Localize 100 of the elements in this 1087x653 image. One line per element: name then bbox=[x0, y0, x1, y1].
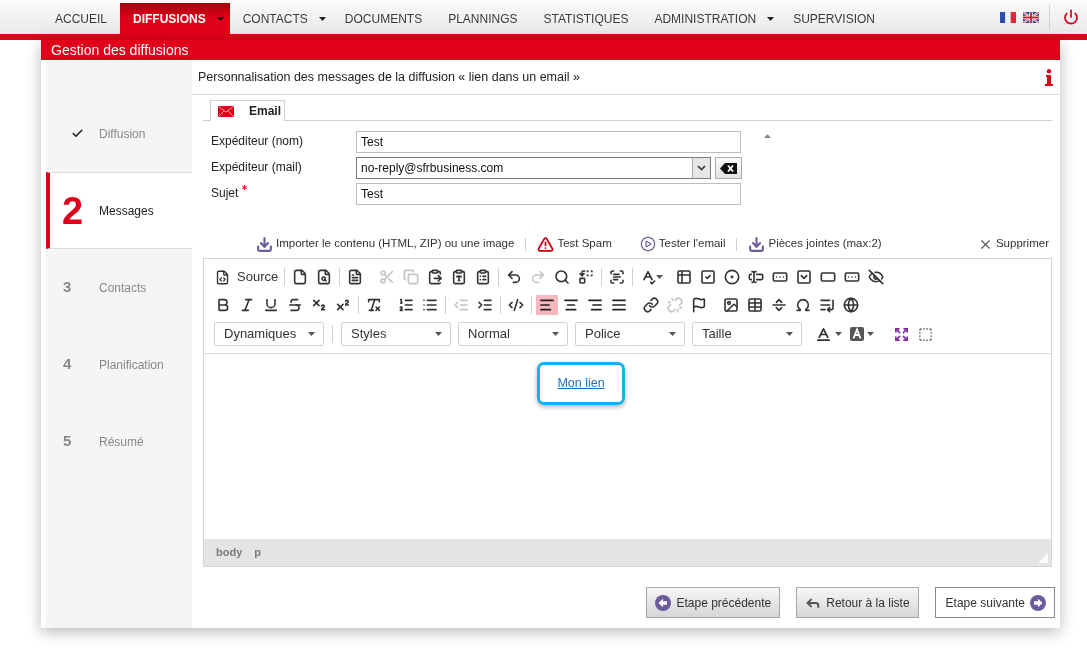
step-number: 5 bbox=[63, 431, 72, 452]
radio-icon[interactable] bbox=[724, 269, 741, 285]
circle-arrow-right-icon bbox=[1030, 594, 1046, 611]
link-icon[interactable] bbox=[643, 297, 659, 313]
dashed-square-icon[interactable] bbox=[917, 326, 933, 342]
globe-icon[interactable] bbox=[843, 297, 859, 313]
table-layout-icon[interactable] bbox=[676, 269, 693, 285]
nav-tab[interactable]: PLANNINGS bbox=[435, 3, 531, 34]
nav-tab[interactable]: ACCUEIL bbox=[42, 3, 120, 34]
style-combo[interactable]: Police bbox=[575, 322, 685, 346]
align-justify-icon bbox=[611, 297, 627, 313]
background-color-icon[interactable] bbox=[850, 327, 864, 341]
step-button[interactable]: Retour à la liste bbox=[796, 587, 919, 618]
caret-icon bbox=[867, 332, 874, 336]
content-link[interactable]: Mon lien bbox=[557, 374, 605, 393]
nav-tab[interactable]: ADMINISTRATION bbox=[641, 3, 781, 34]
underline-icon[interactable] bbox=[263, 297, 279, 313]
replace-icon[interactable] bbox=[578, 269, 595, 285]
flag-icon[interactable] bbox=[691, 297, 707, 313]
style-combo[interactable]: Taille bbox=[692, 322, 802, 346]
text-field[interactable]: Test bbox=[356, 131, 741, 153]
scan-text-icon[interactable] bbox=[609, 269, 626, 285]
omega-icon[interactable] bbox=[795, 297, 811, 313]
nav-tab[interactable]: DOCUMENTS bbox=[331, 3, 436, 34]
page-magnifier-icon[interactable] bbox=[316, 269, 333, 285]
caret-icon bbox=[552, 332, 559, 336]
email-tab[interactable]: Email bbox=[210, 100, 285, 121]
style-combo[interactable]: Dynamiques bbox=[214, 322, 324, 346]
search-icon[interactable] bbox=[554, 269, 571, 285]
document-lines-icon[interactable] bbox=[347, 269, 364, 285]
action-link[interactable]: Test Spam bbox=[537, 235, 612, 253]
envelope-icon bbox=[218, 105, 234, 117]
ellipsis-rectangle-icon[interactable] bbox=[772, 269, 789, 285]
info-icon[interactable] bbox=[1045, 68, 1053, 86]
warning-icon bbox=[537, 235, 555, 253]
field-label: Expéditeur (nom) bbox=[211, 133, 304, 150]
uk-flag-icon[interactable] bbox=[1023, 11, 1039, 23]
eye-off-icon[interactable] bbox=[868, 269, 885, 285]
superscript-icon[interactable] bbox=[335, 297, 351, 313]
dropdown-box-icon[interactable] bbox=[796, 269, 813, 285]
email-select[interactable]: no-reply@sfrbusiness.com bbox=[356, 157, 711, 179]
caret-icon bbox=[656, 275, 664, 279]
wizard-step[interactable]: 2 Messages bbox=[46, 172, 192, 249]
bullet-list-icon[interactable] bbox=[422, 297, 438, 313]
circle-arrow-left-icon bbox=[655, 594, 672, 611]
strikethrough-icon[interactable] bbox=[287, 297, 303, 313]
download-icon bbox=[748, 235, 766, 253]
text-color-icon[interactable] bbox=[815, 325, 832, 343]
field-label: Sujet bbox=[211, 185, 239, 202]
indent-icon[interactable] bbox=[477, 297, 493, 313]
french-flag-icon[interactable] bbox=[1000, 11, 1016, 23]
clear-format-icon[interactable] bbox=[366, 297, 382, 313]
nav-tab[interactable]: DIFFUSIONS bbox=[120, 3, 230, 34]
step-button[interactable]: Etape précédente bbox=[646, 587, 781, 618]
action-link[interactable]: Supprimer bbox=[977, 235, 1049, 253]
align-right-icon bbox=[587, 297, 603, 313]
panel-title: Personnalisation des messages de la diffusion « lien dans un email » bbox=[198, 68, 580, 86]
action-link[interactable]: Pièces jointes (max:2) bbox=[748, 235, 882, 253]
maximize-icon[interactable] bbox=[893, 326, 909, 342]
source-button[interactable]: Source bbox=[211, 267, 282, 287]
action-link[interactable]: Tester l'email bbox=[639, 235, 726, 253]
list-arrow-icon[interactable] bbox=[819, 297, 835, 313]
undo-arrow-icon[interactable] bbox=[506, 269, 523, 285]
chevron-down-icon bbox=[697, 165, 706, 171]
clipboard-text-icon[interactable] bbox=[451, 269, 468, 285]
nav-tab[interactable]: CONTACTS bbox=[229, 3, 332, 34]
dropdown-button[interactable] bbox=[692, 158, 710, 178]
text-input-icon[interactable] bbox=[748, 269, 765, 285]
subscript-icon[interactable] bbox=[311, 297, 327, 313]
step-button[interactable]: Etape suivante bbox=[934, 587, 1055, 618]
field-label: Expéditeur (mail) bbox=[211, 159, 302, 176]
separator-icon[interactable] bbox=[771, 297, 787, 313]
play-icon bbox=[639, 236, 656, 252]
ellipsis-rectangle-icon[interactable] bbox=[844, 269, 861, 285]
spellcheck-icon[interactable] bbox=[640, 269, 657, 285]
align-button[interactable] bbox=[536, 295, 558, 315]
table-icon[interactable] bbox=[747, 297, 763, 313]
image-icon[interactable] bbox=[723, 297, 739, 313]
bold-icon[interactable] bbox=[215, 297, 231, 313]
text-field[interactable]: Test bbox=[356, 183, 741, 205]
nav-tab[interactable]: SUPERVISION bbox=[780, 3, 888, 34]
power-icon[interactable] bbox=[1063, 9, 1079, 25]
numbered-list-icon[interactable] bbox=[398, 297, 414, 313]
italic-icon[interactable] bbox=[239, 297, 255, 313]
step-label: Résumé bbox=[99, 433, 144, 451]
clear-button[interactable] bbox=[715, 157, 742, 179]
action-link[interactable]: Importer le contenu (HTML, ZIP) ou une image bbox=[256, 235, 515, 253]
clipboard-arrow-icon[interactable] bbox=[427, 269, 444, 285]
style-combo[interactable]: Styles bbox=[341, 322, 451, 346]
style-combo[interactable]: Normal bbox=[458, 322, 568, 346]
step-number: 4 bbox=[63, 354, 72, 375]
caret-icon bbox=[669, 332, 676, 336]
nav-tab[interactable]: STATISTIQUES bbox=[530, 3, 642, 34]
caret-icon bbox=[786, 332, 793, 336]
rectangle-icon[interactable] bbox=[820, 269, 837, 285]
code-icon[interactable] bbox=[508, 297, 524, 313]
page-title: Gestion des diffusions bbox=[51, 40, 189, 60]
clipboard-list-icon[interactable] bbox=[475, 269, 492, 285]
blank-page-icon[interactable] bbox=[292, 269, 309, 285]
checkbox-icon[interactable] bbox=[700, 269, 717, 285]
